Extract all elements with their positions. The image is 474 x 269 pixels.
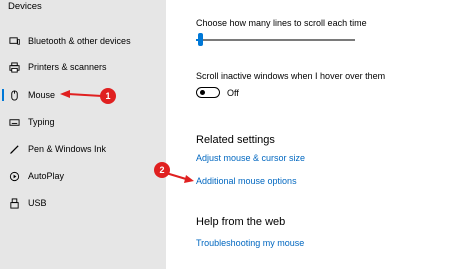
annotation-arrow-2 <box>165 172 187 180</box>
annotation-badge-2: 2 <box>154 162 170 178</box>
annotation-arrowhead-2 <box>184 175 194 183</box>
annotation-badge-1: 1 <box>100 88 116 104</box>
annotation-arrowhead-1 <box>60 90 70 98</box>
annotation-arrows <box>60 90 194 183</box>
annotation-arrow-1 <box>67 93 103 97</box>
